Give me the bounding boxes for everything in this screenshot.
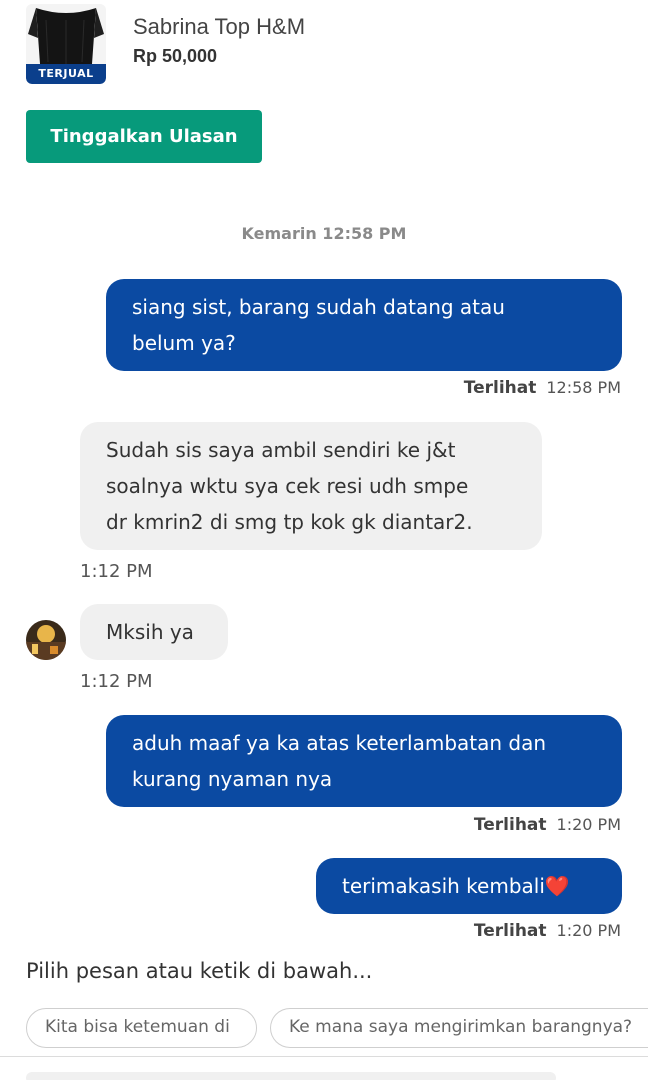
product-price: Rp 50,000 — [133, 46, 218, 66]
outgoing-message[interactable]: terimakasih kembali❤️ — [316, 858, 622, 914]
message-time: 1:20 PM — [556, 815, 621, 834]
message-line: terimakasih kembali❤️ — [342, 874, 570, 898]
message-line: siang sist, barang sudah datang atau — [132, 295, 505, 319]
compose-hint: Pilih pesan atau ketik di bawah... — [26, 959, 373, 983]
product-name: Sabrina Top H&M — [133, 14, 306, 39]
product-thumbnail[interactable]: TERJUAL — [26, 4, 106, 84]
message-meta: Terlihat 1:20 PM — [474, 815, 621, 835]
message-time: 1:12 PM — [80, 671, 153, 692]
message-line: kurang nyaman nya — [132, 767, 333, 791]
message-line: Mksih ya — [106, 620, 194, 644]
outgoing-message[interactable]: aduh maaf ya ka atas keterlambatan dan k… — [106, 715, 622, 807]
sender-avatar[interactable] — [26, 620, 66, 660]
message-time: 12:58 PM — [546, 378, 621, 397]
quick-reply-chip[interactable]: Kita bisa ketemuan di — [26, 1008, 257, 1048]
message-line: dr kmrin2 di smg tp kok gk diantar2. — [106, 510, 473, 534]
message-input[interactable] — [26, 1072, 556, 1080]
divider — [0, 1056, 648, 1057]
seen-status: Terlihat — [473, 815, 547, 835]
product-card[interactable]: TERJUAL Sabrina Top H&M Rp 50,000 — [26, 4, 626, 86]
message-meta: Terlihat 1:20 PM — [474, 921, 621, 941]
avatar-image — [26, 620, 66, 660]
message-line: soalnya wktu sya cek resi udh smpe — [106, 474, 469, 498]
message-line: aduh maaf ya ka atas keterlambatan dan — [132, 731, 547, 755]
leave-review-button[interactable]: Tinggalkan Ulasan — [26, 110, 262, 163]
message-meta: Terlihat 12:58 PM — [464, 378, 621, 398]
date-separator: Kemarin 12:58 PM — [241, 224, 407, 243]
outgoing-message[interactable]: siang sist, barang sudah datang atau bel… — [106, 279, 622, 371]
message-time: 1:20 PM — [556, 921, 621, 940]
message-line: Sudah sis saya ambil sendiri ke j&t — [106, 438, 456, 462]
message-time: 1:12 PM — [80, 561, 153, 582]
incoming-message[interactable]: Sudah sis saya ambil sendiri ke j&t soal… — [80, 422, 542, 550]
sold-badge: TERJUAL — [26, 64, 106, 84]
seen-status: Terlihat — [463, 378, 537, 398]
message-line: belum ya? — [132, 331, 236, 355]
incoming-message[interactable]: Mksih ya — [80, 604, 228, 660]
seen-status: Terlihat — [473, 921, 547, 941]
quick-reply-chip[interactable]: Ke mana saya mengirimkan barangnya? — [270, 1008, 648, 1048]
